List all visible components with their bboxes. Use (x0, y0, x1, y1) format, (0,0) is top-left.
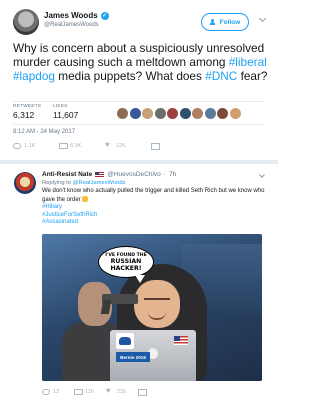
follow-button[interactable]: Follow (201, 13, 249, 31)
hashtag-hillary[interactable]: #Hillary (42, 204, 267, 212)
heart-icon (105, 140, 113, 149)
reply-icon (13, 142, 21, 149)
reply-retweet-icon (74, 388, 83, 395)
reply-retweet-action[interactable]: 116 (74, 388, 106, 395)
meme-gun (102, 294, 138, 304)
meme-democrat-sticker (116, 333, 134, 349)
pointing-hand-emoji-icon (82, 195, 89, 202)
liker-avatar[interactable] (117, 108, 128, 119)
liker-avatars (117, 108, 241, 119)
timestamp[interactable]: 8:12 AM - 24 May 2017 (13, 129, 75, 135)
retweets-stat[interactable]: RETWEETS 6,312 (13, 104, 41, 120)
liker-avatar[interactable] (167, 108, 178, 119)
retweets-label: RETWEETS (13, 104, 42, 109)
main-tweet: James Woods ✓ @RealJamesWoods Follow Why… (0, 0, 278, 160)
retweet-count: 6.3K (70, 142, 82, 149)
reply-reply-action[interactable]: 13 (42, 388, 74, 395)
direct-message-action[interactable] (151, 142, 160, 150)
author-name[interactable]: James Woods (44, 11, 98, 20)
meme-image[interactable]: I'VE FOUND THE RUSSIAN HACKER! Bernie 20… (42, 234, 262, 381)
meme-man-face (134, 280, 180, 328)
reply-action[interactable]: 1.1K (13, 142, 59, 149)
follow-label: Follow (219, 18, 241, 26)
reply-tweet: Anti-Resist Nate @HuevosDeChivo · 7h Rep… (0, 164, 278, 400)
meme-speech-bubble: I'VE FOUND THE RUSSIAN HACKER! (98, 246, 154, 283)
reply-chevron-down-icon[interactable] (259, 172, 265, 178)
likes-stat[interactable]: LIKES 11,607 (53, 104, 78, 120)
liker-avatar[interactable] (204, 108, 216, 119)
reply-author-handle[interactable]: @HuevosDeChivo (107, 171, 161, 178)
tweet-text-segment: media puppets? What does (55, 68, 206, 83)
reply-retweet-count: 116 (85, 388, 94, 395)
hashtag-link[interactable]: #liberal (229, 55, 267, 69)
reply-envelope-icon (138, 388, 147, 396)
tweet-text-segment: fear? (237, 68, 268, 83)
main-actions: 1.1K 6.3K 12K (13, 140, 160, 150)
reply-like-action[interactable]: 235 (106, 386, 138, 395)
meme-laptop: Bernie 2016 (110, 330, 196, 381)
liker-avatar[interactable] (217, 108, 228, 119)
hashtag-link[interactable]: #DNC (205, 69, 237, 83)
meme-bernie-sticker: Bernie 2016 (116, 352, 150, 362)
retweets-value: 6,312 (13, 110, 35, 120)
like-count: 12K (116, 142, 126, 149)
hashtag-link[interactable]: #lapdog (13, 69, 55, 83)
replying-handle[interactable]: @RealJamesWoods (73, 180, 126, 186)
likes-label: LIKES (53, 104, 68, 109)
engagement-stats: RETWEETS 6,312 LIKES 11,607 (13, 101, 265, 125)
liker-avatar[interactable] (142, 108, 153, 119)
reply-actions: 13 116 235 (42, 386, 147, 396)
reply-dm-action[interactable] (138, 388, 147, 396)
reply-reply-count: 13 (53, 388, 60, 395)
retweet-icon (59, 142, 68, 149)
replying-to: Replying to @RealJamesWoods (42, 180, 125, 186)
liker-avatar[interactable] (229, 108, 241, 119)
reply-heart-icon (106, 386, 114, 395)
reply-body-text: We don't know who actually pulled the tr… (42, 188, 265, 203)
tweet-text-segment: Why is concern about a suspiciously unre… (13, 41, 265, 69)
author-name-row[interactable]: James Woods ✓ (44, 11, 109, 20)
add-person-icon (209, 18, 217, 26)
meme-bernie-text: Bernie 2016 (120, 354, 146, 360)
reply-time[interactable]: 7h (169, 171, 176, 178)
replying-prefix: Replying to (42, 180, 72, 186)
reply-dot: · (163, 171, 166, 178)
meme-flag-sticker (174, 336, 188, 345)
hashtag-justice-for-seth-rich[interactable]: #JusticeForSethRich (42, 212, 267, 220)
meme-bubble-line-3: HACKER! (110, 264, 142, 272)
chevron-down-icon[interactable] (260, 16, 266, 22)
liker-avatar[interactable] (154, 108, 166, 119)
us-flag-icon (95, 171, 105, 178)
likes-value: 11,607 (53, 110, 79, 120)
avatar[interactable] (13, 9, 39, 35)
reply-reply-icon (42, 388, 50, 395)
reply-like-count: 235 (117, 388, 127, 395)
reply-count: 1.1K (24, 142, 36, 149)
tweet-text: Why is concern about a suspiciously unre… (13, 41, 275, 83)
retweet-action[interactable]: 6.3K (59, 142, 105, 149)
liker-avatar[interactable] (192, 108, 203, 119)
envelope-icon (151, 142, 160, 150)
like-action[interactable]: 12K (105, 140, 151, 149)
hashtag-assasinated[interactable]: #Assasinated (42, 219, 267, 227)
author-handle[interactable]: @RealJamesWoods (44, 22, 99, 28)
reply-text: We don't know who actually pulled the tr… (42, 188, 267, 227)
reply-header: Anti-Resist Nate @HuevosDeChivo · 7h (42, 171, 176, 178)
verified-badge-icon: ✓ (100, 11, 109, 20)
liker-avatar[interactable] (179, 108, 191, 119)
reply-avatar[interactable] (14, 172, 36, 194)
reply-author-name[interactable]: Anti-Resist Nate (42, 171, 92, 178)
liker-avatar[interactable] (129, 108, 141, 119)
meme-bubble-line-2: RUSSIAN (110, 257, 142, 265)
